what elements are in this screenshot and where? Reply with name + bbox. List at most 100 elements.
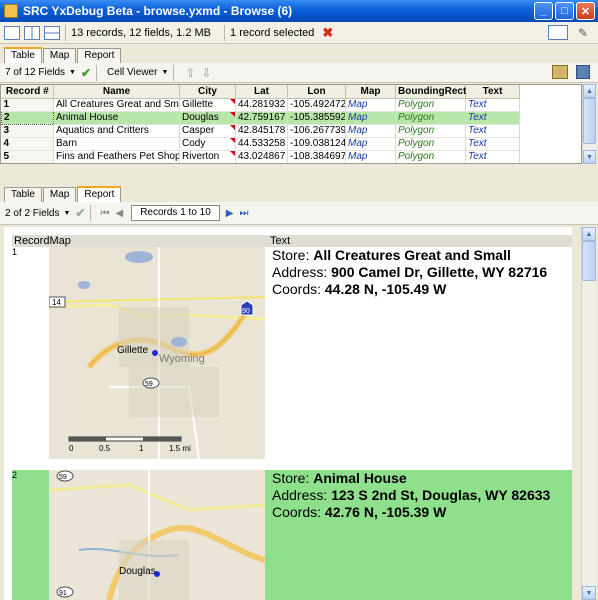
tab-map-top[interactable]: Map — [42, 48, 77, 63]
window-layout-icon[interactable] — [548, 25, 568, 40]
cell-lon[interactable]: -109.038124 — [287, 137, 346, 151]
cell-map[interactable]: Map — [345, 124, 396, 138]
store-value: Animal House — [313, 470, 407, 486]
cell-lon[interactable]: -105.385592 — [287, 111, 346, 125]
cell-boundingrect[interactable]: Polygon — [395, 150, 466, 163]
report-record[interactable]: 1 Gillette Wyoming 14 90 59 0 0.5 1 1.5 … — [12, 247, 572, 459]
apply-check-icon[interactable]: ✔ — [81, 66, 91, 80]
split-vertical-icon[interactable] — [24, 25, 40, 40]
record-map[interactable]: Gillette Wyoming 14 90 59 0 0.5 1 1.5 mi — [49, 247, 265, 459]
cell-boundingrect[interactable]: Polygon — [395, 124, 466, 138]
cell-name[interactable]: Barn — [53, 137, 180, 151]
cell-text[interactable]: Text — [465, 98, 520, 112]
report-record-selected[interactable]: 2 Douglas 59 91 Store: Animal House Addr… — [12, 470, 572, 600]
maximize-button[interactable]: □ — [555, 2, 574, 20]
move-up-icon[interactable]: ⇧ — [185, 66, 195, 80]
grid-scrollbar[interactable]: ▲ ▼ — [582, 84, 596, 164]
col-header-record[interactable]: Record # — [1, 85, 54, 99]
minimize-button[interactable]: _ — [534, 2, 553, 20]
cell-lon[interactable]: -106.267739 — [287, 124, 346, 138]
scroll-up-icon[interactable]: ▲ — [583, 84, 596, 98]
cell-name[interactable]: Animal House — [53, 111, 180, 125]
tab-report-bottom[interactable]: Report — [77, 186, 122, 202]
cell-lat[interactable]: 43.024867 — [235, 150, 288, 163]
cell-record[interactable]: 5 — [1, 150, 54, 163]
scroll-thumb[interactable] — [582, 241, 596, 281]
pane-splitter[interactable] — [0, 166, 598, 184]
save-icon[interactable] — [576, 65, 590, 79]
cell-viewer-label: Cell Viewer — [107, 67, 158, 78]
cell-lon[interactable]: -108.384697 — [287, 150, 346, 163]
cell-lon[interactable]: -105.492472 — [287, 98, 346, 112]
cell-text[interactable]: Text — [465, 111, 520, 125]
cell-map[interactable]: Map — [345, 150, 396, 163]
cell-city[interactable]: Cody — [179, 137, 236, 151]
pin-icon[interactable]: ✎ — [578, 26, 590, 40]
cell-city[interactable]: Gillette — [179, 98, 236, 112]
scroll-up-icon[interactable]: ▲ — [582, 227, 596, 241]
map-city-label: Gillette — [117, 345, 149, 356]
first-page-icon[interactable]: ⏮ — [100, 208, 109, 219]
last-page-icon[interactable]: ⏭ — [240, 208, 249, 219]
tab-table-bottom[interactable]: Table — [4, 187, 42, 202]
cell-viewer-dropdown[interactable]: Cell Viewer ▼ — [107, 67, 168, 78]
address-value: 123 S 2nd St, Douglas, WY 82633 — [331, 487, 551, 503]
single-pane-icon[interactable] — [4, 25, 20, 40]
record-map[interactable]: Douglas 59 91 — [49, 470, 265, 600]
table-row[interactable]: 4 Barn Cody 44.533258 -109.038124 Map Po… — [1, 137, 520, 151]
report-scrollbar[interactable]: ▲ ▼ — [581, 227, 596, 600]
cell-name[interactable]: All Creatures Great and Small — [53, 98, 180, 112]
cell-boundingrect[interactable]: Polygon — [395, 111, 466, 125]
cell-boundingrect[interactable]: Polygon — [395, 98, 466, 112]
records-range-field[interactable]: Records 1 to 10 — [131, 205, 220, 221]
cell-city[interactable]: Casper — [179, 124, 236, 138]
col-header-lon[interactable]: Lon — [287, 85, 346, 99]
cell-record[interactable]: 3 — [1, 124, 54, 138]
scroll-down-icon[interactable]: ▼ — [583, 150, 596, 164]
col-header-city[interactable]: City — [179, 85, 236, 99]
col-header-map[interactable]: Map — [345, 85, 396, 99]
clear-selection-icon[interactable]: ✖ — [322, 25, 333, 41]
paste-icon[interactable] — [552, 65, 568, 79]
split-horizontal-icon[interactable] — [44, 25, 60, 40]
next-page-icon[interactable]: ▶ — [226, 208, 234, 219]
cell-text[interactable]: Text — [465, 150, 520, 163]
cell-text[interactable]: Text — [465, 124, 520, 138]
cell-text[interactable]: Text — [465, 137, 520, 151]
report-fields-dropdown[interactable]: 2 of 2 Fields ▼ — [5, 208, 70, 219]
cell-lat[interactable]: 44.281932 — [235, 98, 288, 112]
close-button[interactable]: ✕ — [576, 2, 595, 20]
col-header-lat[interactable]: Lat — [235, 85, 288, 99]
cell-boundingrect[interactable]: Polygon — [395, 137, 466, 151]
cell-lat[interactable]: 44.533258 — [235, 137, 288, 151]
col-header-boundingrect[interactable]: BoundingRect — [395, 85, 466, 99]
cell-name[interactable]: Fins and Feathers Pet Shoppe — [53, 150, 180, 163]
move-down-icon[interactable]: ⇩ — [201, 66, 211, 80]
address-line: Address: 900 Camel Dr, Gillette, WY 8271… — [272, 264, 572, 281]
cell-map[interactable]: Map — [345, 98, 396, 112]
cell-lat[interactable]: 42.759167 — [235, 111, 288, 125]
cell-map[interactable]: Map — [345, 137, 396, 151]
tab-map-bottom[interactable]: Map — [42, 187, 77, 202]
report-apply-icon[interactable]: ✔ — [75, 206, 85, 220]
cell-lat[interactable]: 42.845178 — [235, 124, 288, 138]
col-header-name[interactable]: Name — [53, 85, 180, 99]
table-row[interactable]: 5 Fins and Feathers Pet Shoppe Riverton … — [1, 150, 520, 163]
fields-dropdown[interactable]: 7 of 12 Fields ▼ — [5, 67, 76, 78]
cell-record[interactable]: 4 — [1, 137, 54, 151]
cell-record[interactable]: 2 — [1, 110, 54, 125]
cell-map[interactable]: Map — [345, 111, 396, 125]
cell-record[interactable]: 1 — [1, 98, 54, 112]
table-row[interactable]: 1 All Creatures Great and Small Gillette… — [1, 98, 520, 112]
prev-page-icon[interactable]: ◀ — [115, 208, 123, 219]
cell-city[interactable]: Riverton — [179, 150, 236, 163]
cell-city[interactable]: Douglas — [179, 111, 236, 125]
tab-table-top[interactable]: Table — [4, 47, 42, 63]
table-row-selected[interactable]: 2 Animal House Douglas 42.759167 -105.38… — [1, 110, 520, 125]
scroll-down-icon[interactable]: ▼ — [582, 586, 596, 600]
cell-name[interactable]: Aquatics and Critters — [53, 124, 180, 138]
col-header-text[interactable]: Text — [465, 85, 520, 99]
tab-report-top[interactable]: Report — [77, 48, 122, 63]
scroll-thumb[interactable] — [583, 98, 596, 144]
table-row[interactable]: 3 Aquatics and Critters Casper 42.845178… — [1, 124, 520, 138]
